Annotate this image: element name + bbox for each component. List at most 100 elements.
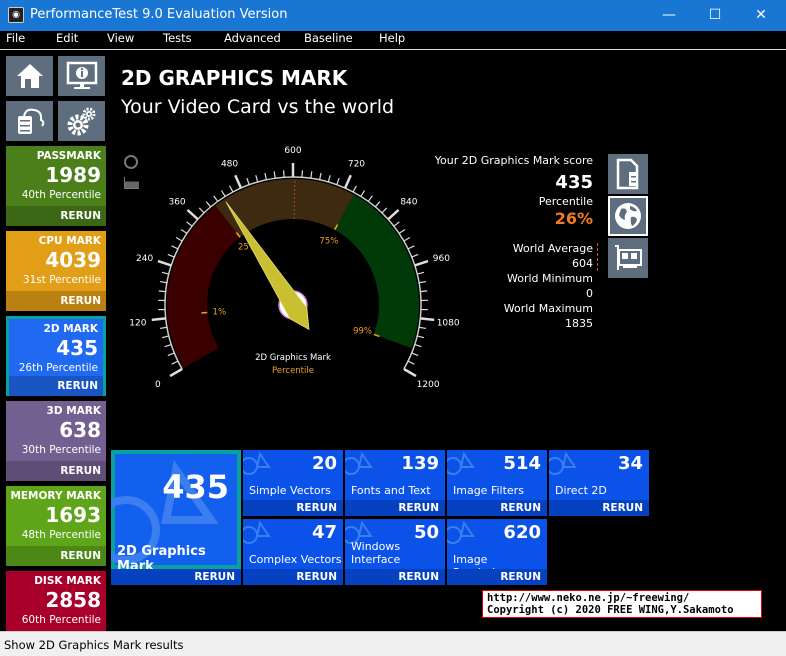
- tile-name: PASSMARK: [36, 150, 101, 162]
- tile-rerun-button[interactable]: RERUN: [6, 461, 106, 481]
- gauge-tick: [327, 175, 331, 183]
- maximize-button[interactable]: ☐: [692, 0, 738, 31]
- gauge-tick: [398, 229, 406, 234]
- world-compare-button[interactable]: [608, 196, 648, 236]
- gauge-tick: [167, 253, 175, 258]
- subtest-rerun-button[interactable]: RERUN: [549, 500, 649, 516]
- gauge-tick: [414, 343, 422, 348]
- home-icon: [16, 64, 43, 88]
- tile-rerun-button[interactable]: RERUN: [6, 291, 106, 311]
- menu-view[interactable]: View: [107, 31, 134, 45]
- tile-rerun-button[interactable]: RERUN: [6, 206, 106, 226]
- gauge-tick: [220, 190, 226, 197]
- percentile-marker-label: 1%: [213, 307, 227, 317]
- menu-advanced[interactable]: Advanced: [224, 31, 281, 45]
- menu-tests[interactable]: Tests: [163, 31, 192, 45]
- sidebar-tile-cpu-mark[interactable]: CPU MARK 4039 31st Percentile RERUN: [6, 231, 106, 311]
- subtest-tile[interactable]: 20 Simple Vectors RERUN: [243, 450, 343, 516]
- subtest-rerun-button[interactable]: RERUN: [243, 569, 343, 585]
- minimize-button[interactable]: —: [646, 0, 692, 31]
- subtest-tile[interactable]: 514 Image Filters RERUN: [447, 450, 547, 516]
- main-2d-mark-tile[interactable]: 435 2D Graphics Mark RERUN: [111, 450, 241, 585]
- subtest-label: Complex Vectors: [249, 553, 342, 566]
- subtest-rerun-button[interactable]: RERUN: [345, 569, 445, 585]
- tile-rerun-button[interactable]: RERUN: [6, 546, 106, 566]
- tile-name: 3D MARK: [46, 405, 101, 417]
- gauge-tick-label: 120: [129, 318, 146, 328]
- sidebar-tile-disk-mark[interactable]: DISK MARK 2858 60th Percentile: [6, 571, 106, 631]
- shapes-icon: [243, 520, 271, 544]
- globe-icon: [615, 203, 641, 229]
- settings-gears-icon: [67, 107, 95, 136]
- shapes-icon: [243, 451, 271, 475]
- subtest-value: 20: [311, 453, 337, 474]
- gauge-tick: [171, 360, 179, 365]
- subtest-value: 34: [617, 453, 643, 474]
- tile-name: 2D MARK: [43, 323, 98, 335]
- document-icon: [616, 158, 639, 190]
- gauge-tick: [255, 175, 259, 183]
- shapes-icon: [549, 451, 577, 475]
- menu-edit[interactable]: Edit: [56, 31, 78, 45]
- hardware-button[interactable]: [608, 238, 648, 278]
- gauge-tick: [414, 259, 429, 267]
- world-minimum-value: 0: [586, 287, 593, 300]
- menu-divider: [0, 49, 786, 50]
- gauge-tick: [411, 253, 419, 258]
- menu-help[interactable]: Help: [379, 31, 405, 45]
- report-button[interactable]: [608, 154, 648, 194]
- gauge-tick-label: 960: [433, 254, 450, 264]
- gauge-band-0: [167, 205, 241, 368]
- gauge-tick: [407, 245, 415, 250]
- subtest-rerun-button[interactable]: RERUN: [345, 500, 445, 516]
- main-tile-rerun-button[interactable]: RERUN: [111, 569, 241, 585]
- world-average-label: World Average: [512, 242, 593, 255]
- gauge-tick: [420, 317, 435, 322]
- copyright-url: http://www.neko.ne.jp/~freewing/: [487, 592, 690, 604]
- sidebar-tile-3d-mark[interactable]: 3D MARK 638 30th Percentile RERUN: [6, 401, 106, 481]
- settings-button[interactable]: [58, 101, 105, 141]
- tile-value: 4039: [45, 248, 101, 272]
- subtest-tile[interactable]: 139 Fonts and Text RERUN: [345, 450, 445, 516]
- tile-percentile: 40th Percentile: [21, 189, 101, 201]
- gauge-tick: [198, 207, 205, 214]
- subtest-rerun-button[interactable]: RERUN: [447, 569, 547, 585]
- subtest-label: Fonts and Text: [351, 484, 431, 497]
- sidebar-tile-passmark[interactable]: PASSMARK 1989 40th Percentile RERUN: [6, 146, 106, 226]
- subtest-label: Simple Vectors: [249, 484, 331, 497]
- gauge-tick: [186, 221, 193, 227]
- subtest-tile[interactable]: 34 Direct 2D RERUN: [549, 450, 649, 516]
- world-average-marker: [597, 243, 598, 271]
- subtest-tile[interactable]: 620 Image Rendering RERUN: [447, 519, 547, 585]
- tile-value: 1989: [45, 163, 101, 187]
- cloud-database-button[interactable]: [6, 101, 53, 141]
- menu-baseline[interactable]: Baseline: [304, 31, 353, 45]
- sidebar-tile-memory-mark[interactable]: MEMORY MARK 1693 48th Percentile RERUN: [6, 486, 106, 566]
- subtest-tile[interactable]: 50 Windows Interface RERUN: [345, 519, 445, 585]
- subtest-value: 50: [413, 522, 439, 543]
- tile-value: 435: [56, 336, 98, 360]
- tile-percentile: 31st Percentile: [22, 274, 101, 286]
- system-info-button[interactable]: [58, 56, 105, 96]
- status-bar: Show 2D Graphics Mark results: [0, 631, 786, 656]
- close-button[interactable]: ✕: [738, 0, 784, 31]
- gauge-tick: [360, 190, 366, 197]
- gauge-tick: [393, 221, 400, 227]
- percentile-marker-label: 75%: [319, 236, 338, 246]
- menu-file[interactable]: File: [6, 31, 25, 45]
- home-button[interactable]: [6, 56, 53, 96]
- gauge-tick: [411, 352, 419, 357]
- tile-value: 1693: [45, 503, 101, 527]
- subtest-rerun-button[interactable]: RERUN: [243, 500, 343, 516]
- gauge-tick: [161, 271, 169, 275]
- gauge-tick: [417, 335, 425, 339]
- subtest-tile[interactable]: 47 Complex Vectors RERUN: [243, 519, 343, 585]
- page-title: 2D GRAPHICS MARK: [121, 66, 348, 90]
- gauge-tick: [381, 207, 388, 214]
- sidebar-tile-2d-mark[interactable]: 2D MARK 435 26th Percentile RERUN: [6, 316, 106, 396]
- subtest-rerun-button[interactable]: RERUN: [447, 500, 547, 516]
- tile-rerun-button[interactable]: RERUN: [9, 376, 103, 396]
- percentile-label: Percentile: [538, 195, 593, 208]
- subtest-label: Windows Interface: [351, 540, 401, 566]
- gauge-tick: [175, 236, 183, 242]
